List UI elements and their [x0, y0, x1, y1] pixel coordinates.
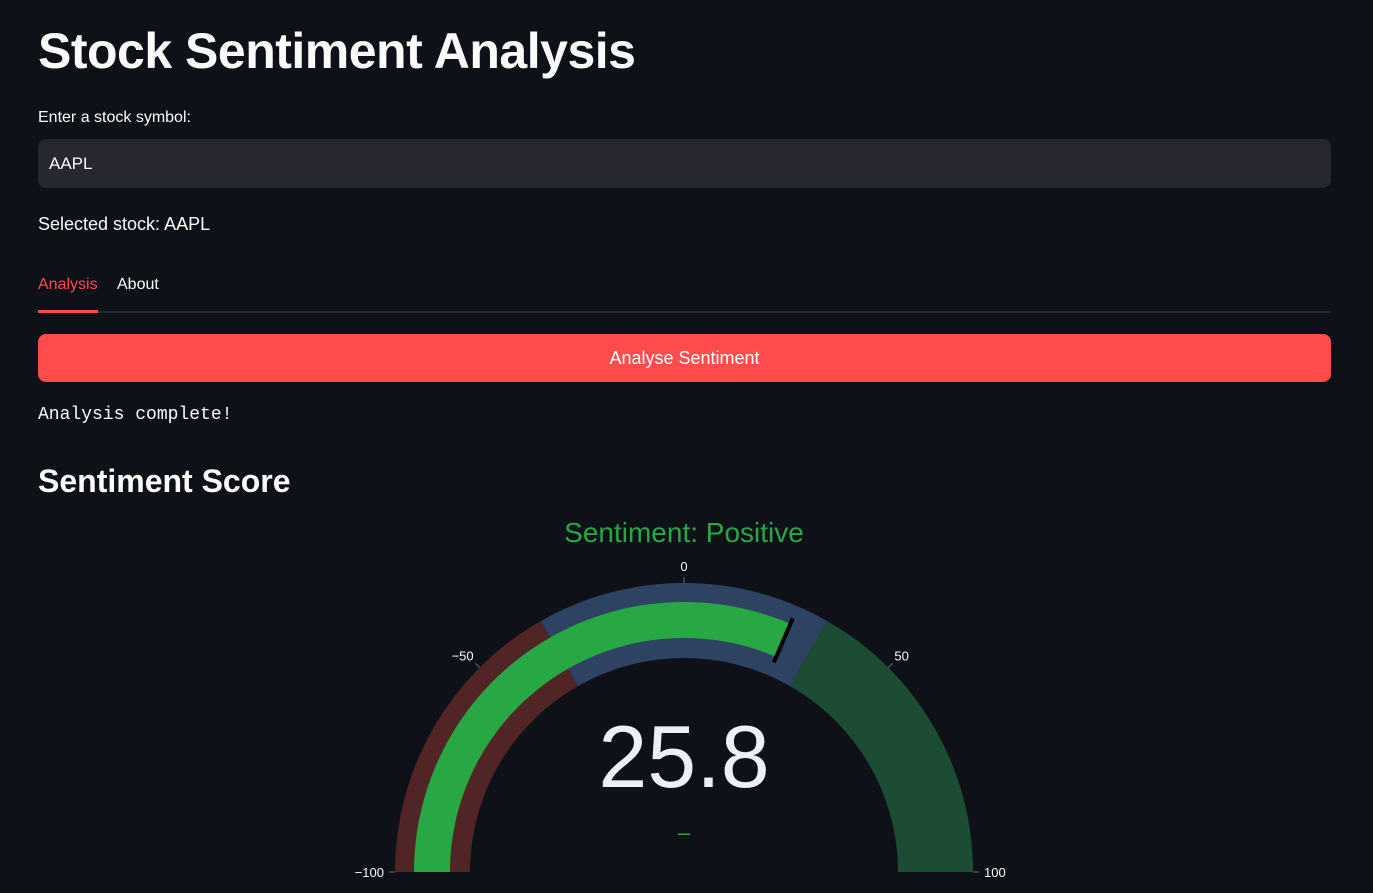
gauge-tick-mark — [888, 663, 893, 668]
gauge-title: Sentiment: Positive — [564, 517, 804, 548]
gauge-tick-label: −100 — [355, 865, 384, 880]
gauge-tick-label: 0 — [680, 559, 687, 574]
sentiment-gauge: Sentiment: Positive −100 −50 0 50 100 25.8 – — [355, 517, 1006, 880]
app-root: Stock Sentiment Analysis Enter a stock s… — [0, 0, 1373, 893]
gauge-value: 25.8 — [598, 707, 769, 806]
gauge-step-2 — [790, 620, 973, 872]
gauge-tick-mark — [475, 663, 480, 668]
gauge-tick-label: 50 — [894, 649, 908, 664]
gauge-tick-label: 100 — [984, 865, 1006, 880]
gauge-delta-marker: – — [678, 820, 691, 845]
gauge-tick-label: −50 — [452, 649, 474, 664]
